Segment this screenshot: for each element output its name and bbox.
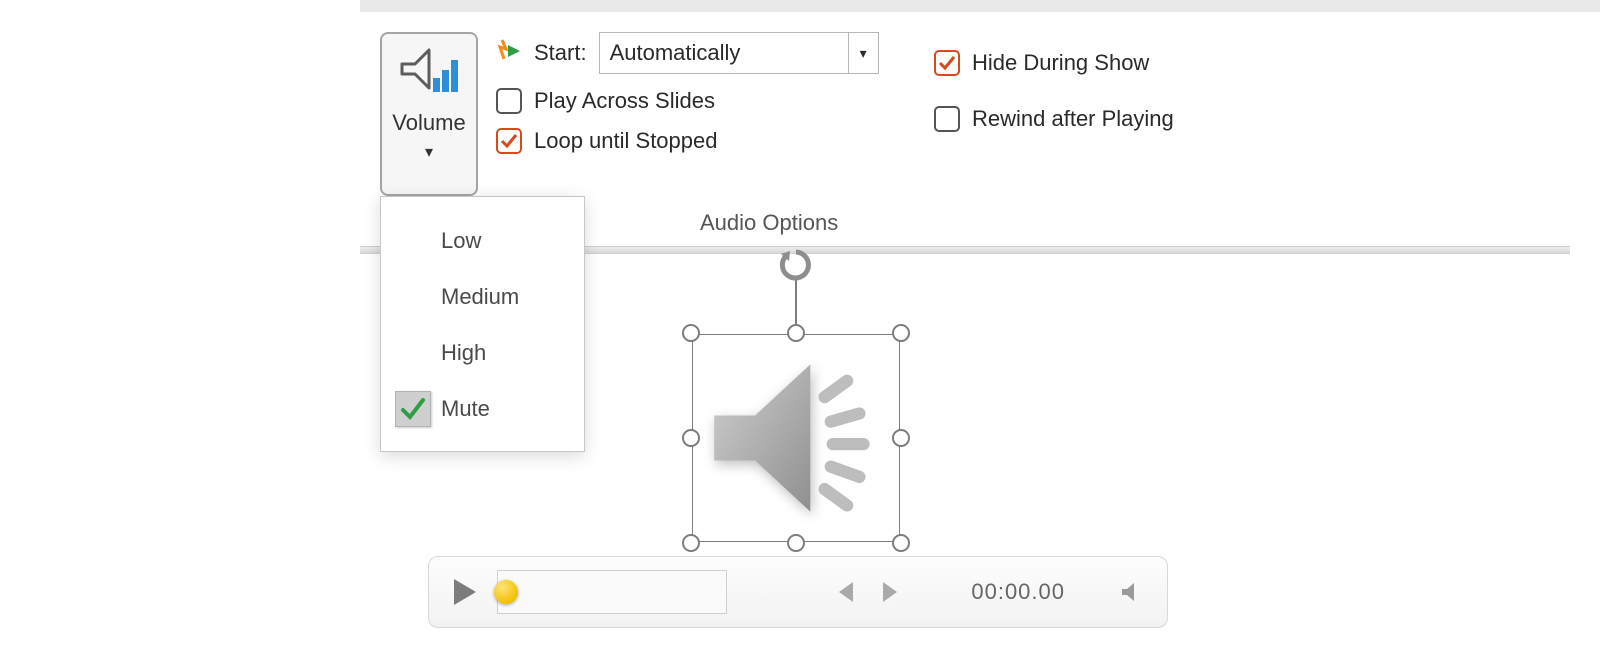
skip-forward-button[interactable] bbox=[877, 578, 905, 606]
start-dropdown-value: Automatically bbox=[610, 40, 741, 66]
volume-option-high[interactable]: High bbox=[381, 325, 584, 381]
play-across-slides-label: Play Across Slides bbox=[534, 88, 715, 114]
audio-placeholder-object[interactable] bbox=[692, 334, 900, 542]
checkbox-icon bbox=[934, 106, 960, 132]
audio-options-column-1: Start: Automatically ▾ Play Across Slide… bbox=[496, 32, 916, 154]
menu-check-slot bbox=[395, 223, 431, 259]
resize-handle-sw[interactable] bbox=[682, 534, 700, 552]
start-dropdown[interactable]: Automatically ▾ bbox=[599, 32, 879, 74]
volume-option-label: Low bbox=[441, 228, 481, 254]
audio-options-column-2: Hide During Show Rewind after Playing bbox=[934, 32, 1174, 132]
chevron-down-icon: ▾ bbox=[425, 142, 433, 162]
rotate-handle-stem bbox=[795, 278, 797, 324]
resize-handle-e[interactable] bbox=[892, 429, 910, 447]
volume-option-medium[interactable]: Medium bbox=[381, 269, 584, 325]
menu-check-slot bbox=[395, 279, 431, 315]
volume-option-mute[interactable]: Mute bbox=[381, 381, 584, 437]
volume-icon bbox=[399, 44, 459, 104]
volume-option-label: Medium bbox=[441, 284, 519, 310]
seek-track[interactable] bbox=[497, 570, 727, 614]
speaker-icon bbox=[704, 346, 888, 530]
mute-button[interactable] bbox=[1117, 578, 1145, 606]
ribbon-group-label: Audio Options bbox=[700, 210, 838, 236]
checkmark-icon bbox=[395, 391, 431, 427]
resize-handle-ne[interactable] bbox=[892, 324, 910, 342]
playback-time: 00:00.00 bbox=[971, 579, 1065, 605]
checkbox-checked-icon bbox=[934, 50, 960, 76]
rewind-after-playing-label: Rewind after Playing bbox=[972, 106, 1174, 132]
ribbon-top-strip bbox=[360, 0, 1600, 12]
rewind-after-playing-option[interactable]: Rewind after Playing bbox=[934, 106, 1174, 132]
start-row: Start: Automatically ▾ bbox=[496, 32, 916, 74]
volume-dropdown-button[interactable]: Volume ▾ bbox=[380, 32, 478, 196]
seek-thumb-icon[interactable] bbox=[494, 580, 518, 604]
chevron-down-icon: ▾ bbox=[848, 33, 878, 73]
rotate-handle-icon[interactable] bbox=[779, 248, 813, 282]
volume-option-label: High bbox=[441, 340, 486, 366]
autoplay-icon bbox=[496, 37, 522, 69]
audio-options-ribbon: Volume ▾ Start: Automatically ▾ Play Acr… bbox=[380, 32, 1570, 196]
hide-during-show-option[interactable]: Hide During Show bbox=[934, 50, 1174, 76]
volume-button-label: Volume bbox=[392, 110, 465, 136]
play-across-slides-option[interactable]: Play Across Slides bbox=[496, 88, 916, 114]
checkbox-checked-icon bbox=[496, 128, 522, 154]
resize-handle-s[interactable] bbox=[787, 534, 805, 552]
resize-handle-n[interactable] bbox=[787, 324, 805, 342]
loop-until-stopped-option[interactable]: Loop until Stopped bbox=[496, 128, 916, 154]
skip-back-button[interactable] bbox=[831, 578, 859, 606]
volume-option-label: Mute bbox=[441, 396, 490, 422]
checkbox-icon bbox=[496, 88, 522, 114]
resize-handle-nw[interactable] bbox=[682, 324, 700, 342]
play-button[interactable] bbox=[451, 578, 479, 606]
menu-check-slot bbox=[395, 335, 431, 371]
volume-option-low[interactable]: Low bbox=[381, 213, 584, 269]
start-label: Start: bbox=[534, 40, 587, 66]
resize-handle-w[interactable] bbox=[682, 429, 700, 447]
hide-during-show-label: Hide During Show bbox=[972, 50, 1149, 76]
resize-handle-se[interactable] bbox=[892, 534, 910, 552]
volume-menu: Low Medium High Mute bbox=[380, 196, 585, 452]
loop-until-stopped-label: Loop until Stopped bbox=[534, 128, 718, 154]
audio-playbar: 00:00.00 bbox=[428, 556, 1168, 628]
